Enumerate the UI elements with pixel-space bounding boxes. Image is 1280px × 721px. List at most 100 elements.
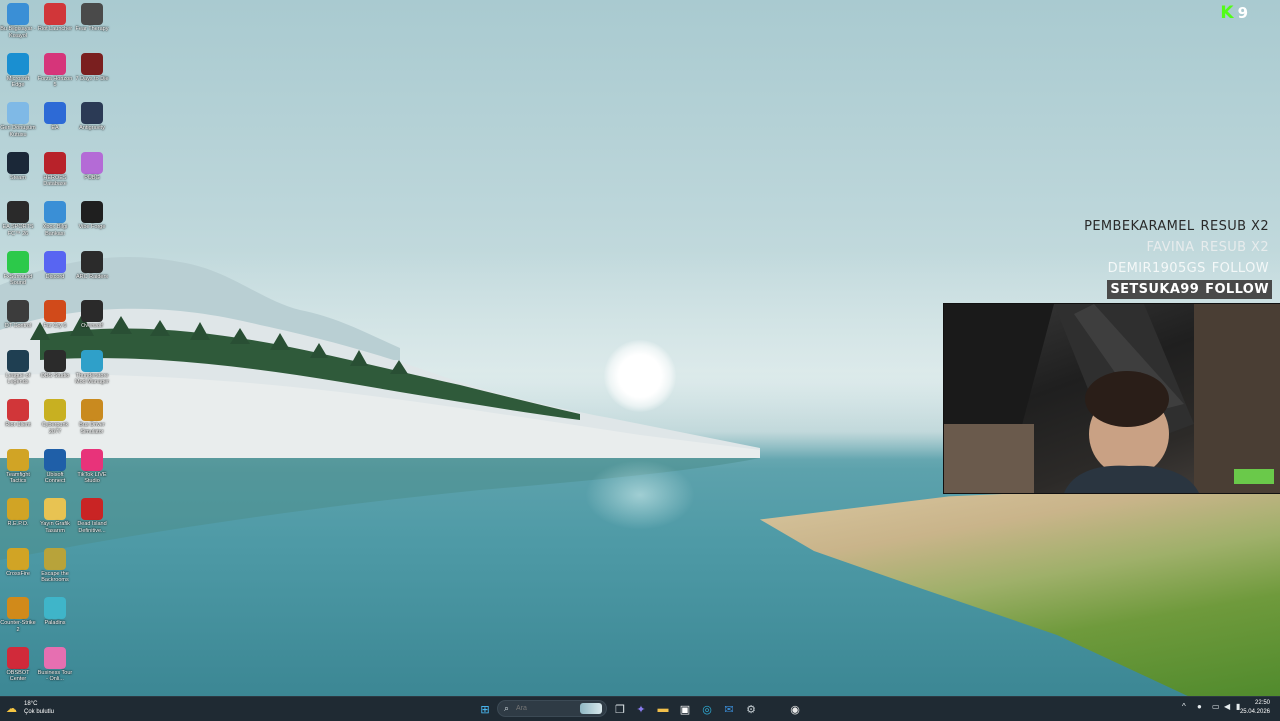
folder-icon [44,498,66,520]
system-clock[interactable]: 22:50 25.04.2026 [1240,699,1270,717]
game-icon [81,399,103,421]
copilot-icon[interactable]: ✦ [632,700,650,718]
desktop-shortcut[interactable]: Thunderstore Mod Manager [74,349,110,398]
microphone-icon[interactable]: ● [1197,702,1202,711]
desktop-shortcut[interactable]: HEROES Database [37,151,73,200]
game-icon [7,201,29,223]
desktop-shortcut[interactable]: Counter-Strike 2 [0,597,36,645]
desktop-shortcut-label: Xbox Bilgi Bankası [42,224,68,237]
desktop-shortcut[interactable]: Teamfight Tactics [0,448,36,497]
desktop-shortcut[interactable]: Bu Bilgisayar - Kısayol [0,3,36,51]
stream-event-action: RESUB X2 [1200,240,1269,255]
task-view-icon[interactable]: ❐ [611,700,629,718]
steam-icon [7,151,29,174]
desktop-shortcut-label: R.E.P.O. [7,521,29,527]
stream-event-item: SETSUKA99 FOLLOW [1107,280,1272,299]
desktop-shortcut-label: Ubisoft Connect [44,471,66,485]
desktop-shortcut[interactable]: EA SPORTS FC™ 26 [0,201,36,249]
volume-icon[interactable]: ◀ [1224,702,1230,711]
desktop-shortcut[interactable]: PUBG [74,151,110,200]
file-explorer-icon[interactable]: ▬ [654,700,672,718]
desktop-shortcut[interactable]: Xbox Bilgi Bankası [37,201,73,249]
desktop-shortcut[interactable]: Forza Horizon 5 [37,52,73,101]
computer-icon [7,3,29,25]
desktop-shortcut-label: Geri Dönüşüm Kutusu [0,125,36,138]
desktop-shortcut[interactable]: Riot Client [0,399,36,447]
desktop[interactable]: Bu Bilgisayar - Kısayol Riot Launcher Fear… [0,0,1280,696]
search-input[interactable] [516,703,576,714]
windows-start-icon[interactable]: ⊞ [476,700,494,718]
desktop-shortcut[interactable]: CrossFire [0,547,36,596]
mail-icon[interactable]: ✉ [720,700,738,718]
sun [604,340,676,412]
desktop-shortcut-label: Overwolf [81,323,103,329]
globe-icon [44,201,66,223]
show-hidden-icons-chevron-icon[interactable]: ^ [1182,702,1186,711]
network-icon[interactable]: ▭ [1212,702,1220,711]
settings-icon[interactable]: ⚙ [742,700,760,718]
stream-event-action: FOLLOW [1211,261,1269,276]
game-icon [81,52,103,75]
weather-description: Çok bulutlu [24,709,55,715]
game-icon [44,399,66,421]
edge-icon[interactable]: ◎ [698,700,716,718]
desktop-shortcut-label: EA [51,125,59,131]
desktop-shortcut[interactable]: Riot Launcher [37,3,73,51]
desktop-shortcut[interactable]: Ubisoft Connect [37,448,73,497]
antigravity-icon [81,102,103,124]
stream-event-action: RESUB X2 [1200,219,1269,234]
lol-icon [7,349,29,372]
search-icon: ⌕ [504,703,510,713]
desktop-shortcut-label: Vibe Forge [78,224,106,230]
riot-icon [7,399,29,421]
desktop-shortcut[interactable]: Overwolf [74,300,110,348]
desktop-shortcut[interactable]: FxSurround Sound [0,250,36,299]
farcry-icon [44,300,66,322]
discord-icon [44,250,66,273]
store-icon[interactable]: ▣ [676,700,694,718]
desktop-shortcut-label: Fear Therapy [75,26,109,32]
desktop-shortcut[interactable]: 7 Days to Die [74,52,110,101]
stream-event-item: PEMBEKARAMEL RESUB X2 [1081,217,1272,236]
weather-cloud-sun-icon: ☁ [6,703,17,715]
desktop-shortcut[interactable]: DT Control [0,300,36,348]
desktop-shortcut-label: Escape the Backrooms [41,570,69,584]
paladins-icon [44,597,66,619]
desktop-shortcut[interactable]: Vibe Forge [74,201,110,249]
desktop-shortcut-label: DT Control [4,323,32,329]
desktop-shortcut[interactable]: League of Legends [0,349,36,398]
webcam-feed [944,304,1280,493]
desktop-shortcut[interactable]: EA [37,102,73,150]
desktop-shortcut[interactable]: Escape the Backrooms [37,547,73,596]
desktop-shortcut[interactable]: OBS Studio [37,349,73,398]
desktop-shortcut[interactable]: OBSBOT Center [0,646,36,695]
desktop-shortcut[interactable]: Bus Driver Simulator [74,399,110,447]
kick-logo-icon: K [1220,3,1234,23]
desktop-shortcut[interactable]: TikTok LIVE Studio [74,448,110,497]
desktop-shortcut-label: Dead Island Definitive... [77,521,107,534]
desktop-shortcut-label: Thunderstore Mod Manager [75,372,109,386]
search-highlight-image [580,703,602,714]
edge-icon [7,52,29,75]
desktop-shortcut[interactable]: Fear Therapy [74,3,110,51]
desktop-shortcut[interactable]: Dead Island Definitive... [74,498,110,546]
desktop-shortcut[interactable]: Business Tour - Onli... [37,646,73,695]
stream-event-item: DEMIR1905GS FOLLOW [1105,259,1272,278]
desktop-shortcut[interactable]: ARC Raiders [74,250,110,299]
desktop-shortcut-label: Teamfight Tactics [6,471,30,485]
desktop-shortcut[interactable]: Yayın Grafik Tasarım [37,498,73,546]
desktop-shortcut-label: Paladins [44,620,66,626]
desktop-shortcut[interactable]: Cyberpunk 2077 [37,399,73,447]
obs-icon[interactable]: ◉ [786,700,804,718]
stream-event-user: SETSUKA99 [1110,282,1200,297]
desktop-shortcut[interactable]: Steam [0,151,36,200]
desktop-shortcut[interactable]: Antigravity [74,102,110,150]
taskbar-search-box[interactable]: ⌕ [497,700,607,717]
desktop-shortcut[interactable]: Microsoft Edge [0,52,36,101]
desktop-shortcut[interactable]: Discord [37,250,73,299]
desktop-shortcut[interactable]: Geri Dönüşüm Kutusu [0,102,36,150]
desktop-shortcut[interactable]: R.E.P.O. [0,498,36,546]
obsbot-icon [7,646,29,669]
desktop-shortcut[interactable]: Paladins [37,597,73,645]
desktop-shortcut[interactable]: Far Cry 6 [37,300,73,348]
